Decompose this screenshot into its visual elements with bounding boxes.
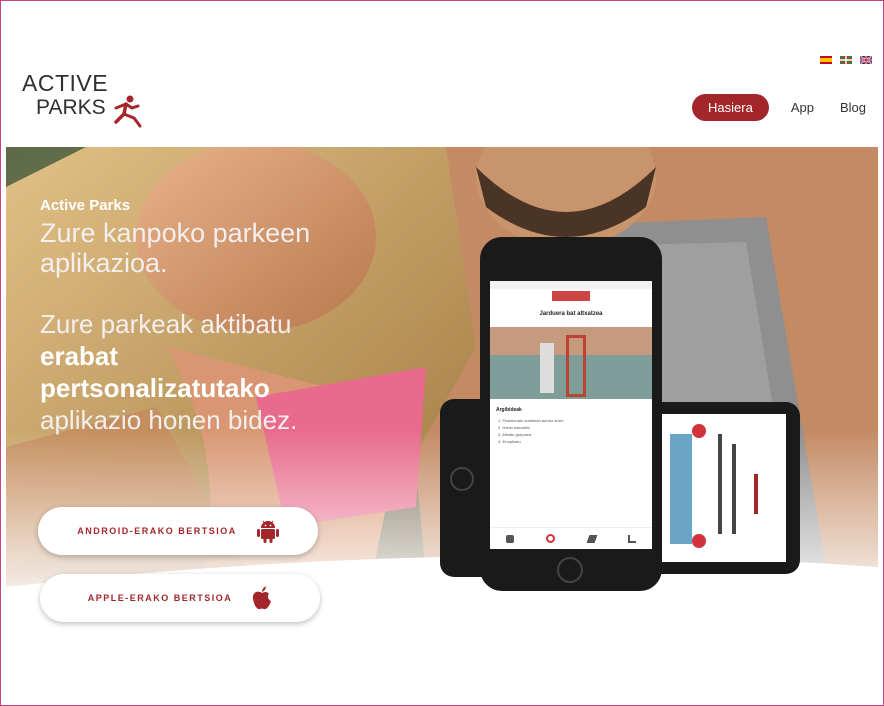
nav-blog[interactable]: Blog	[836, 95, 870, 120]
logo-text-parks: PARKS	[36, 96, 106, 119]
android-icon	[256, 520, 279, 543]
apple-icon	[253, 586, 272, 610]
list-item: 1. Posizionatu zutabean aurrez aurre	[498, 418, 564, 423]
app-screen-title: Jarduera bat altxatzea	[539, 311, 603, 317]
nav-hasiera[interactable]: Hasiera	[692, 94, 769, 121]
hero-lead-bold-1: erabat	[40, 341, 119, 371]
flag-spain-icon[interactable]	[820, 56, 832, 64]
hero-tagline-1: Zure kanpoko parkeen	[40, 218, 311, 248]
runner-tab-icon[interactable]	[586, 534, 598, 543]
hero-brand: Active Parks	[40, 197, 131, 214]
flag-basque-icon[interactable]	[840, 56, 852, 64]
app-section-title: Argibideak	[496, 407, 522, 413]
footsteps-icon[interactable]	[506, 534, 515, 543]
hero-lead-bold-2: pertsonalizatutako	[40, 373, 270, 403]
app-logo-icon	[552, 291, 590, 301]
logo-text-active: ACTIVE	[22, 70, 109, 96]
exercise-photo	[490, 327, 652, 399]
apple-button-label: APPLE-ERAKO BERTSIOA	[87, 593, 233, 603]
list-item: 3. Altxatu gorputza	[498, 432, 532, 437]
home-button	[557, 557, 583, 583]
check-icon[interactable]	[546, 534, 556, 543]
phone-landscape	[648, 402, 800, 574]
list-item: 4. Errepikatu	[498, 439, 521, 444]
android-button-label: ANDROID-ERAKO BERTSIOA	[77, 526, 237, 536]
app-tab-bar	[490, 527, 652, 549]
runner-icon	[114, 95, 142, 128]
chart-icon[interactable]	[627, 534, 636, 543]
hero-text: Active Parks Zure kanpoko parkeen aplika…	[40, 197, 440, 436]
language-selector	[820, 56, 872, 64]
apple-download-button[interactable]: APPLE-ERAKO BERTSIOA	[40, 574, 320, 622]
main-nav: Hasiera App Blog	[692, 94, 870, 121]
flag-uk-icon[interactable]	[860, 56, 872, 64]
logo[interactable]: ACTIVE PARKS	[22, 70, 162, 130]
android-download-button[interactable]: ANDROID-ERAKO BERTSIOA	[38, 507, 318, 555]
hero-tagline-2: aplikazioa.	[40, 248, 168, 278]
nav-app[interactable]: App	[787, 95, 818, 120]
hero-lead-2: aplikazio honen bidez.	[40, 405, 298, 435]
list-item: 2. Heldu eskuekin	[498, 425, 530, 430]
phone-front: Jarduera bat altxatzea Argibideak 1. Pos…	[480, 237, 662, 591]
hero-lead-1: Zure parkeak aktibatu	[40, 309, 292, 339]
